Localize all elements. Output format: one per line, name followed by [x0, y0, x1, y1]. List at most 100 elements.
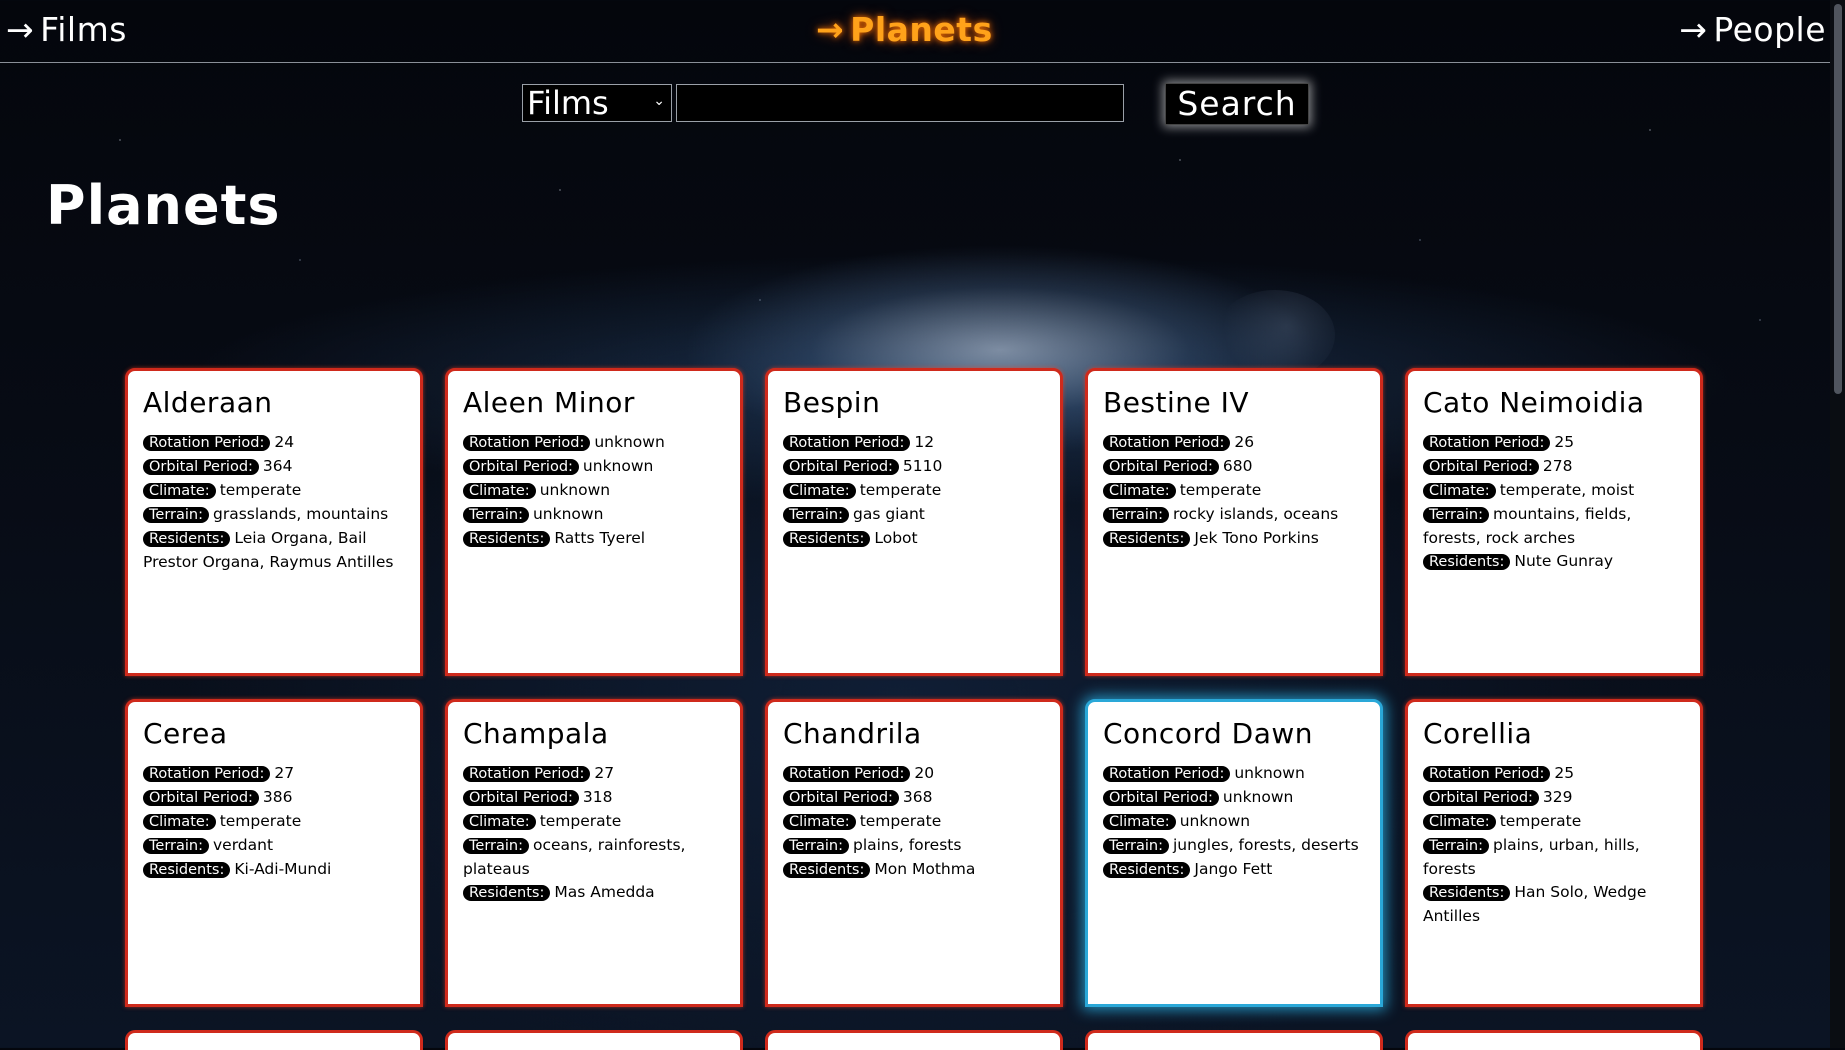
planet-card[interactable]: Bespin Rotation Period: 12 Orbital Period: 5…	[765, 368, 1063, 676]
field-label-climate: Climate:	[143, 814, 216, 830]
category-select[interactable]: Films ⌄	[522, 84, 672, 122]
planet-card[interactable]: Champala Rotation Period: 27 Orbital Period…	[445, 699, 743, 1007]
planet-field-climate: Climate: temperate	[783, 479, 1046, 503]
planet-field-rotation: Rotation Period: 26	[1103, 431, 1366, 455]
field-label-orbital: Orbital Period:	[463, 459, 579, 475]
planet-name: Cato Neimoidia	[1423, 386, 1645, 419]
field-label-climate: Climate:	[1103, 483, 1176, 499]
planet-field-rotation: Rotation Period: 27	[143, 762, 406, 786]
field-value-orbital: 5110	[902, 457, 943, 475]
planet-field-residents: Residents: Ratts Tyerel	[463, 527, 726, 551]
planet-card[interactable]: Bestine IV Rotation Period: 26 Orbital Peri…	[1085, 368, 1383, 676]
field-label-rotation: Rotation Period:	[783, 766, 911, 782]
field-label-climate: Climate:	[783, 814, 856, 830]
field-label-residents: Residents:	[143, 862, 231, 878]
planet-field-terrain: Terrain: plains, urban, hills, forests	[1423, 834, 1686, 881]
nav-link-films[interactable]: → Films	[6, 10, 127, 49]
field-value-residents: Jango Fett	[1194, 860, 1273, 878]
planet-field-terrain: Terrain: mountains, fields, forests, rock…	[1423, 503, 1686, 550]
field-value-rotation: unknown	[594, 433, 665, 451]
planet-field-residents: Residents: Ki-Adi-Mundi	[143, 858, 406, 882]
planet-field-terrain: Terrain: plains, forests	[783, 834, 1046, 858]
planet-card[interactable]: Alderaan Rotation Period: 24 Orbital Period…	[125, 368, 423, 676]
planet-field-climate: Climate: unknown	[463, 479, 726, 503]
field-value-orbital: unknown	[582, 457, 654, 475]
planet-field-residents: Residents: Han Solo, Wedge Antilles	[1423, 881, 1686, 928]
search-button[interactable]: Search	[1165, 83, 1309, 125]
field-label-rotation: Rotation Period:	[463, 766, 591, 782]
planet-field-residents: Residents: Lobot	[783, 527, 1046, 551]
planet-card-partial[interactable]	[765, 1030, 1063, 1050]
planet-name: Corellia	[1423, 717, 1533, 750]
scrollbar-thumb[interactable]	[1834, 4, 1842, 394]
planet-name: Cerea	[143, 717, 228, 750]
category-select-value: Films	[527, 84, 609, 122]
nav-link-planets-label: Planets	[850, 10, 993, 49]
field-label-orbital: Orbital Period:	[783, 790, 899, 806]
field-label-climate: Climate:	[1103, 814, 1176, 830]
planet-card[interactable]: Cerea Rotation Period: 27 Orbital Period: 38…	[125, 699, 423, 1007]
field-value-orbital: 329	[1542, 788, 1573, 806]
planet-card[interactable]: Corellia Rotation Period: 25 Orbital Period…	[1405, 699, 1703, 1007]
planet-field-terrain: Terrain: gas giant	[783, 503, 1046, 527]
field-value-rotation: unknown	[1234, 764, 1305, 782]
planet-field-terrain: Terrain: verdant	[143, 834, 406, 858]
planet-card-partial[interactable]	[1405, 1030, 1703, 1050]
planet-background-glow	[1215, 290, 1335, 380]
search-input[interactable]	[676, 84, 1124, 122]
planet-field-rotation: Rotation Period: unknown	[1103, 762, 1366, 786]
field-label-residents: Residents:	[1103, 531, 1191, 547]
planet-card-partial[interactable]	[125, 1030, 423, 1050]
nav-link-planets[interactable]: → Planets	[816, 10, 993, 49]
field-label-residents: Residents:	[1103, 862, 1191, 878]
field-label-residents: Residents:	[143, 531, 231, 547]
planet-card-partial[interactable]	[1085, 1030, 1383, 1050]
chevron-down-icon: ⌄	[653, 93, 665, 109]
field-value-orbital: unknown	[1222, 788, 1294, 806]
planet-field-climate: Climate: temperate	[143, 479, 406, 503]
planet-field-residents: Residents: Leia Organa, Bail Prestor Orga…	[143, 527, 406, 574]
field-value-climate: temperate	[1499, 812, 1582, 830]
planet-field-orbital: Orbital Period: unknown	[1103, 786, 1366, 810]
planet-name: Bespin	[783, 386, 881, 419]
nav-link-people[interactable]: → People	[1679, 10, 1826, 49]
planet-card[interactable]: Cato Neimoidia Rotation Period: 25 Orbital …	[1405, 368, 1703, 676]
field-value-terrain: verdant	[212, 836, 274, 854]
field-label-orbital: Orbital Period:	[143, 459, 259, 475]
planet-field-terrain: Terrain: unknown	[463, 503, 726, 527]
field-value-residents: Lobot	[874, 529, 918, 547]
field-label-residents: Residents:	[463, 885, 551, 901]
planet-field-climate: Climate: temperate	[1423, 810, 1686, 834]
planet-field-terrain: Terrain: rocky islands, oceans	[1103, 503, 1366, 527]
field-value-climate: temperate	[539, 812, 622, 830]
field-label-rotation: Rotation Period:	[1103, 435, 1231, 451]
planet-field-terrain: Terrain: jungles, forests, deserts	[1103, 834, 1366, 858]
planet-field-rotation: Rotation Period: 25	[1423, 762, 1686, 786]
vertical-scrollbar[interactable]	[1830, 0, 1845, 1048]
field-label-rotation: Rotation Period:	[783, 435, 911, 451]
planet-name: Concord Dawn	[1103, 717, 1314, 750]
field-label-residents: Residents:	[783, 531, 871, 547]
field-label-residents: Residents:	[1423, 554, 1511, 570]
field-label-orbital: Orbital Period:	[1103, 459, 1219, 475]
planet-field-climate: Climate: temperate, moist	[1423, 479, 1686, 503]
field-label-climate: Climate:	[1423, 483, 1496, 499]
field-value-climate: temperate	[1179, 481, 1262, 499]
field-value-residents: Mon Mothma	[874, 860, 976, 878]
field-label-terrain: Terrain:	[143, 507, 209, 523]
field-label-orbital: Orbital Period:	[783, 459, 899, 475]
field-label-terrain: Terrain:	[1423, 838, 1489, 854]
planet-field-rotation: Rotation Period: 25	[1423, 431, 1686, 455]
field-value-rotation: 26	[1234, 433, 1255, 451]
field-value-residents: Mas Amedda	[554, 883, 655, 901]
planet-field-orbital: Orbital Period: 278	[1423, 455, 1686, 479]
planet-field-orbital: Orbital Period: 329	[1423, 786, 1686, 810]
field-value-orbital: 368	[902, 788, 933, 806]
field-label-terrain: Terrain:	[783, 838, 849, 854]
planet-field-climate: Climate: temperate	[463, 810, 726, 834]
planet-card[interactable]: Concord Dawn Rotation Period: unknown Orbit…	[1085, 699, 1383, 1007]
planet-card[interactable]: Chandrila Rotation Period: 20 Orbital Perio…	[765, 699, 1063, 1007]
planet-card[interactable]: Aleen Minor Rotation Period: unknown Orbita…	[445, 368, 743, 676]
planet-card-partial[interactable]	[445, 1030, 743, 1050]
field-label-terrain: Terrain:	[1103, 507, 1169, 523]
